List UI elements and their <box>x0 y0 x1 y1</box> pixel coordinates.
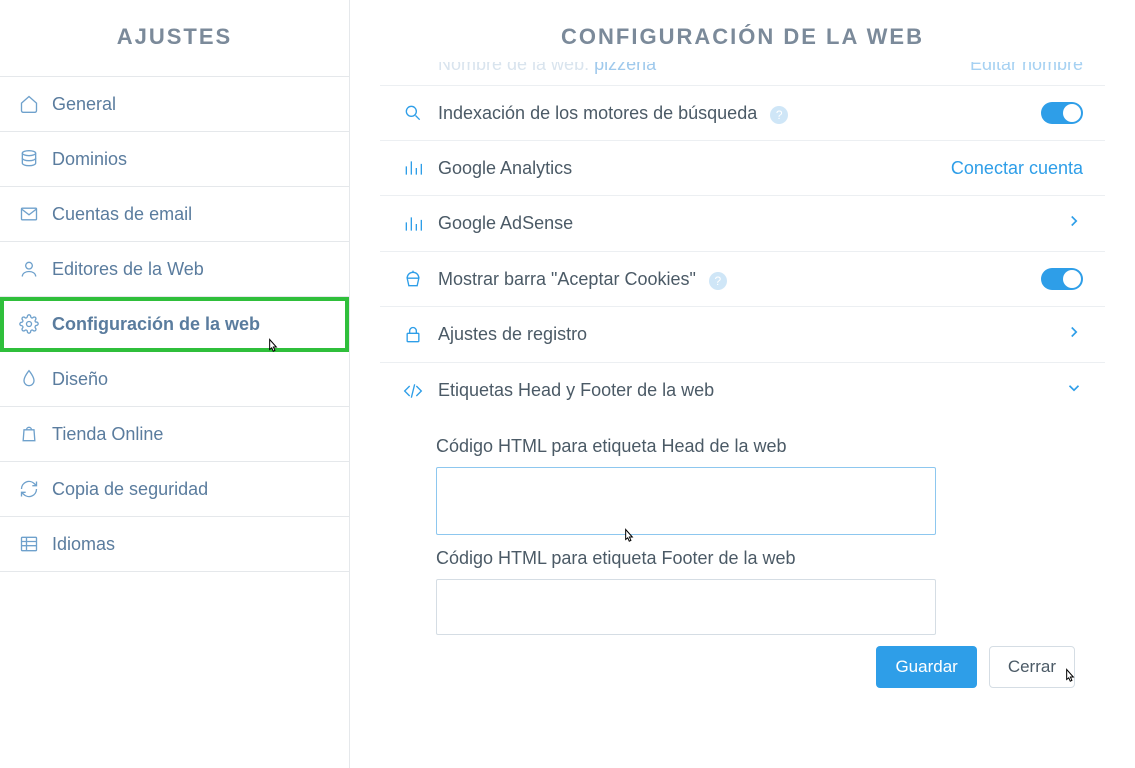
search-icon <box>402 102 424 124</box>
sidebar-item-label: Diseño <box>52 369 108 390</box>
sidebar: AJUSTES General Dominios Cuentas de emai… <box>0 0 350 768</box>
sidebar-item-label: Cuentas de email <box>52 204 192 225</box>
user-icon <box>18 258 40 280</box>
footer-actions: Guardar Cerrar <box>380 640 1105 688</box>
sidebar-item-editors[interactable]: Editores de la Web <box>0 242 349 297</box>
help-icon[interactable]: ? <box>709 272 727 290</box>
sidebar-item-label: General <box>52 94 116 115</box>
cupcake-icon <box>402 268 424 290</box>
row-website-name-partial: Nombre de la web: pizzeria Editar nombre <box>380 62 1105 86</box>
footer-field-label: Código HTML para etiqueta Footer de la w… <box>436 548 1083 569</box>
grid-icon <box>18 533 40 555</box>
mail-icon <box>18 203 40 225</box>
row-analytics: Google Analytics Conectar cuenta <box>380 141 1105 196</box>
headfooter-expand: Código HTML para etiqueta Head de la web… <box>380 418 1105 640</box>
row-cookies: Mostrar barra "Aceptar Cookies" ? <box>380 252 1105 307</box>
sidebar-item-label: Copia de seguridad <box>52 479 208 500</box>
bag-icon <box>18 423 40 445</box>
connect-account-link[interactable]: Conectar cuenta <box>951 158 1083 179</box>
headfooter-label: Etiquetas Head y Footer de la web <box>438 380 1065 401</box>
sidebar-item-label: Editores de la Web <box>52 259 204 280</box>
indexing-label-text: Indexación de los motores de búsqueda <box>438 103 757 123</box>
lock-icon <box>402 324 424 346</box>
row-indexing: Indexación de los motores de búsqueda ? <box>380 86 1105 141</box>
head-code-textarea[interactable] <box>436 467 936 535</box>
close-button[interactable]: Cerrar <box>989 646 1075 688</box>
drop-icon <box>18 368 40 390</box>
sidebar-item-email[interactable]: Cuentas de email <box>0 187 349 242</box>
sidebar-title: AJUSTES <box>0 0 349 77</box>
row-register[interactable]: Ajustes de registro <box>380 307 1105 363</box>
sidebar-item-shop[interactable]: Tienda Online <box>0 407 349 462</box>
chart-icon <box>402 213 424 235</box>
partial-label: Nombre de la web: <box>438 62 594 74</box>
sidebar-item-label: Configuración de la web <box>52 314 260 335</box>
chevron-right-icon <box>1065 212 1083 235</box>
row-adsense[interactable]: Google AdSense <box>380 196 1105 252</box>
sidebar-item-label: Dominios <box>52 149 127 170</box>
row-headfooter[interactable]: Etiquetas Head y Footer de la web <box>380 363 1105 418</box>
cookies-label-text: Mostrar barra "Aceptar Cookies" <box>438 269 696 289</box>
save-button[interactable]: Guardar <box>876 646 976 688</box>
analytics-label: Google Analytics <box>438 158 951 179</box>
sidebar-item-languages[interactable]: Idiomas <box>0 517 349 572</box>
main-title: CONFIGURACIÓN DE LA WEB <box>350 0 1135 62</box>
sidebar-item-label: Idiomas <box>52 534 115 555</box>
sidebar-item-general[interactable]: General <box>0 77 349 132</box>
cookies-toggle[interactable] <box>1041 268 1083 290</box>
indexing-toggle[interactable] <box>1041 102 1083 124</box>
cookies-label: Mostrar barra "Aceptar Cookies" ? <box>438 269 1041 290</box>
head-field-label: Código HTML para etiqueta Head de la web <box>436 436 1083 457</box>
partial-value: pizzeria <box>594 62 656 74</box>
footer-code-textarea[interactable] <box>436 579 936 635</box>
refresh-icon <box>18 478 40 500</box>
sidebar-item-backup[interactable]: Copia de seguridad <box>0 462 349 517</box>
adsense-label: Google AdSense <box>438 213 1065 234</box>
sidebar-item-label: Tienda Online <box>52 424 163 445</box>
sidebar-item-design[interactable]: Diseño <box>0 352 349 407</box>
help-icon[interactable]: ? <box>770 106 788 124</box>
row-label: Indexación de los motores de búsqueda ? <box>438 103 1041 124</box>
chart-icon <box>402 157 424 179</box>
chevron-right-icon <box>1065 323 1083 346</box>
database-icon <box>18 148 40 170</box>
chevron-down-icon <box>1065 379 1083 402</box>
code-icon <box>402 380 424 402</box>
home-icon <box>18 93 40 115</box>
sidebar-item-webconfig[interactable]: Configuración de la web <box>0 297 349 352</box>
edit-name-link[interactable]: Editar nombre <box>970 62 1083 75</box>
sidebar-item-domains[interactable]: Dominios <box>0 132 349 187</box>
gear-icon <box>18 313 40 335</box>
register-label: Ajustes de registro <box>438 324 1065 345</box>
main-panel: CONFIGURACIÓN DE LA WEB Nombre de la web… <box>350 0 1135 768</box>
